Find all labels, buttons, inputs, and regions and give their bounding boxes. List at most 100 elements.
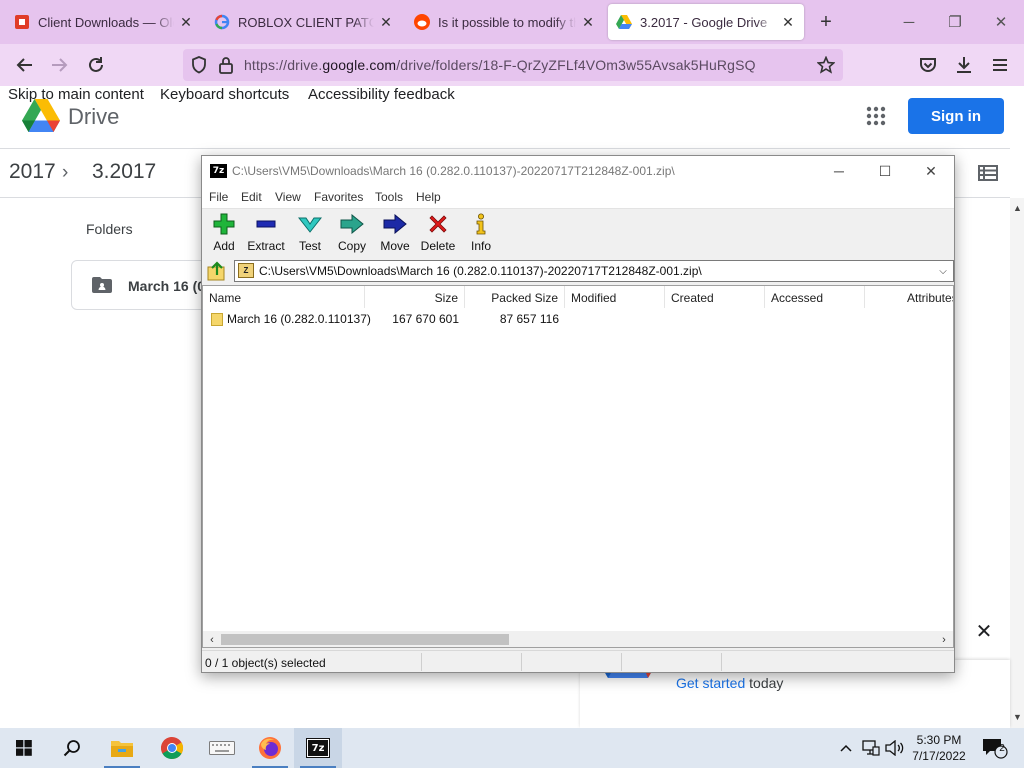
tab-client-downloads[interactable]: Client Downloads — Old Roblox Revival ✕ <box>6 4 202 40</box>
reload-icon[interactable] <box>80 49 112 81</box>
column-accessed[interactable]: Accessed <box>765 286 865 308</box>
menu-favorites[interactable]: Favorites <box>314 190 363 204</box>
scroll-up-arrow-icon[interactable]: ▲ <box>1013 203 1022 213</box>
column-name[interactable]: Name <box>203 286 365 308</box>
keyboard-shortcuts-link[interactable]: Keyboard shortcuts <box>160 86 289 103</box>
copy-button[interactable]: Copy <box>336 211 368 257</box>
up-folder-icon[interactable] <box>206 261 228 281</box>
sevenzip-file-list[interactable]: Name Size Packed Size Modified Created A… <box>202 285 954 648</box>
list-view-icon[interactable] <box>978 165 998 181</box>
back-arrow-icon[interactable] <box>8 49 40 81</box>
new-tab-button[interactable]: + <box>808 0 844 44</box>
delete-x-icon <box>424 211 452 237</box>
search-icon[interactable] <box>48 728 96 768</box>
restore-window-icon[interactable]: ❐ <box>932 0 978 44</box>
get-started-link[interactable]: Get started <box>676 675 745 691</box>
network-icon[interactable] <box>860 728 882 768</box>
row-packed-size: 87 657 116 <box>499 312 559 326</box>
zip-archive-icon: Z <box>238 263 254 278</box>
scrollbar-thumb[interactable] <box>221 634 509 645</box>
google-apps-grid-icon[interactable] <box>866 106 886 126</box>
url-bar[interactable]: https://drive.google.com/drive/folders/1… <box>183 49 843 81</box>
google-g-icon <box>214 14 230 30</box>
lock-icon[interactable] <box>219 56 233 79</box>
minus-icon <box>252 211 280 237</box>
column-created[interactable]: Created <box>665 286 765 308</box>
close-tab-icon[interactable]: ✕ <box>378 14 394 30</box>
test-button[interactable]: Test <box>294 211 326 257</box>
close-icon[interactable]: ✕ <box>908 156 954 186</box>
sevenzip-toolbar: Add Extract Test Copy Move Delete Info <box>202 208 954 258</box>
firefox-icon[interactable] <box>246 728 294 768</box>
move-button[interactable]: Move <box>378 211 412 257</box>
page-scrollbar[interactable]: ▲ ▼ <box>1010 198 1024 728</box>
browser-tab-strip: Client Downloads — Old Roblox Revival ✕ … <box>0 0 1024 44</box>
hamburger-menu-icon[interactable] <box>984 49 1016 81</box>
keyboard-icon[interactable] <box>198 728 246 768</box>
notifications-icon[interactable]: 2 <box>980 728 1010 768</box>
chrome-icon[interactable] <box>148 728 196 768</box>
sign-in-button[interactable]: Sign in <box>908 98 1004 134</box>
menu-file[interactable]: File <box>209 190 228 204</box>
extract-button[interactable]: Extract <box>244 211 288 257</box>
info-button[interactable]: Info <box>466 211 496 257</box>
menu-edit[interactable]: Edit <box>241 190 262 204</box>
horizontal-scrollbar[interactable]: ‹ › <box>203 631 953 647</box>
url-path: /drive/folders/18-F-QrZyZFLf4VOm3w55Avsa… <box>396 57 756 73</box>
menu-view[interactable]: View <box>275 190 301 204</box>
column-packed-size[interactable]: Packed Size <box>465 286 565 308</box>
folder-card-name: March 16 (0. <box>128 278 209 294</box>
column-attributes[interactable]: Attributes <box>901 286 953 308</box>
forward-arrow-icon[interactable] <box>44 49 76 81</box>
drive-wordmark[interactable]: Drive <box>68 104 119 130</box>
column-size[interactable]: Size <box>365 286 465 308</box>
accessibility-feedback-link[interactable]: Accessibility feedback <box>308 86 455 103</box>
pocket-icon[interactable] <box>912 49 944 81</box>
sevenzip-window-title: C:\Users\VM5\Downloads\March 16 (0.282.0… <box>232 164 675 178</box>
info-label: Info <box>470 239 491 253</box>
sevenzip-icon[interactable]: 7z <box>294 728 342 768</box>
breadcrumb-3-2017[interactable]: 3.2017 <box>92 160 156 184</box>
close-tab-icon[interactable]: ✕ <box>780 14 796 30</box>
breadcrumb-2017[interactable]: 2017 <box>9 160 56 184</box>
shield-icon[interactable] <box>191 56 207 79</box>
add-button[interactable]: Add <box>208 211 240 257</box>
minimize-window-icon[interactable]: ─ <box>886 0 932 44</box>
menu-tools[interactable]: Tools <box>375 190 403 204</box>
windows-taskbar: 7z 5:30 PM 7/17/2022 2 <box>0 728 1024 768</box>
folder-card[interactable]: March 16 (0. <box>71 260 211 310</box>
system-clock[interactable]: 5:30 PM 7/17/2022 <box>904 732 974 764</box>
menu-help[interactable]: Help <box>416 190 441 204</box>
close-tab-icon[interactable]: ✕ <box>580 14 596 30</box>
close-window-icon[interactable]: ✕ <box>978 0 1024 44</box>
scroll-down-arrow-icon[interactable]: ▼ <box>1013 712 1022 722</box>
scroll-left-arrow-icon[interactable]: ‹ <box>205 631 219 647</box>
sevenzip-statusbar: 0 / 1 object(s) selected <box>202 650 954 672</box>
sevenzip-titlebar[interactable]: 7z C:\Users\VM5\Downloads\March 16 (0.28… <box>202 156 954 186</box>
delete-button[interactable]: Delete <box>420 211 456 257</box>
tab-google-drive[interactable]: 3.2017 - Google Drive ✕ <box>608 4 804 40</box>
sevenzip-address-text: C:\Users\VM5\Downloads\March 16 (0.282.0… <box>259 264 702 278</box>
bookmark-star-icon[interactable] <box>816 55 836 79</box>
move-label: Move <box>380 239 410 253</box>
url-host: google.com <box>322 57 397 73</box>
volume-icon[interactable] <box>884 728 906 768</box>
add-label: Add <box>213 239 235 253</box>
chevron-down-icon[interactable]: ⌵ <box>935 261 951 281</box>
column-modified[interactable]: Modified <box>565 286 665 308</box>
tab-reddit-modify-client[interactable]: Is it possible to modify the client ✕ <box>406 4 604 40</box>
close-icon[interactable]: ✕ <box>975 622 993 642</box>
tab-roblox-client-patching[interactable]: ROBLOX CLIENT PATCHING ✕ <box>206 4 402 40</box>
close-tab-icon[interactable]: ✕ <box>178 14 194 30</box>
sevenzip-app-icon: 7z <box>210 164 227 178</box>
minimize-icon[interactable]: ─ <box>816 156 862 186</box>
file-explorer-icon[interactable] <box>98 728 146 768</box>
google-drive-logo[interactable] <box>22 99 60 133</box>
downloads-icon[interactable] <box>948 49 980 81</box>
start-icon[interactable] <box>0 728 48 768</box>
maximize-icon[interactable]: ☐ <box>862 156 908 186</box>
show-hidden-icons-chevron-icon[interactable] <box>836 728 856 768</box>
sevenzip-address-bar[interactable]: Z C:\Users\VM5\Downloads\March 16 (0.282… <box>234 260 954 282</box>
scroll-right-arrow-icon[interactable]: › <box>937 631 951 647</box>
tab-title: Client Downloads — Old Roblox Revival <box>38 14 174 30</box>
